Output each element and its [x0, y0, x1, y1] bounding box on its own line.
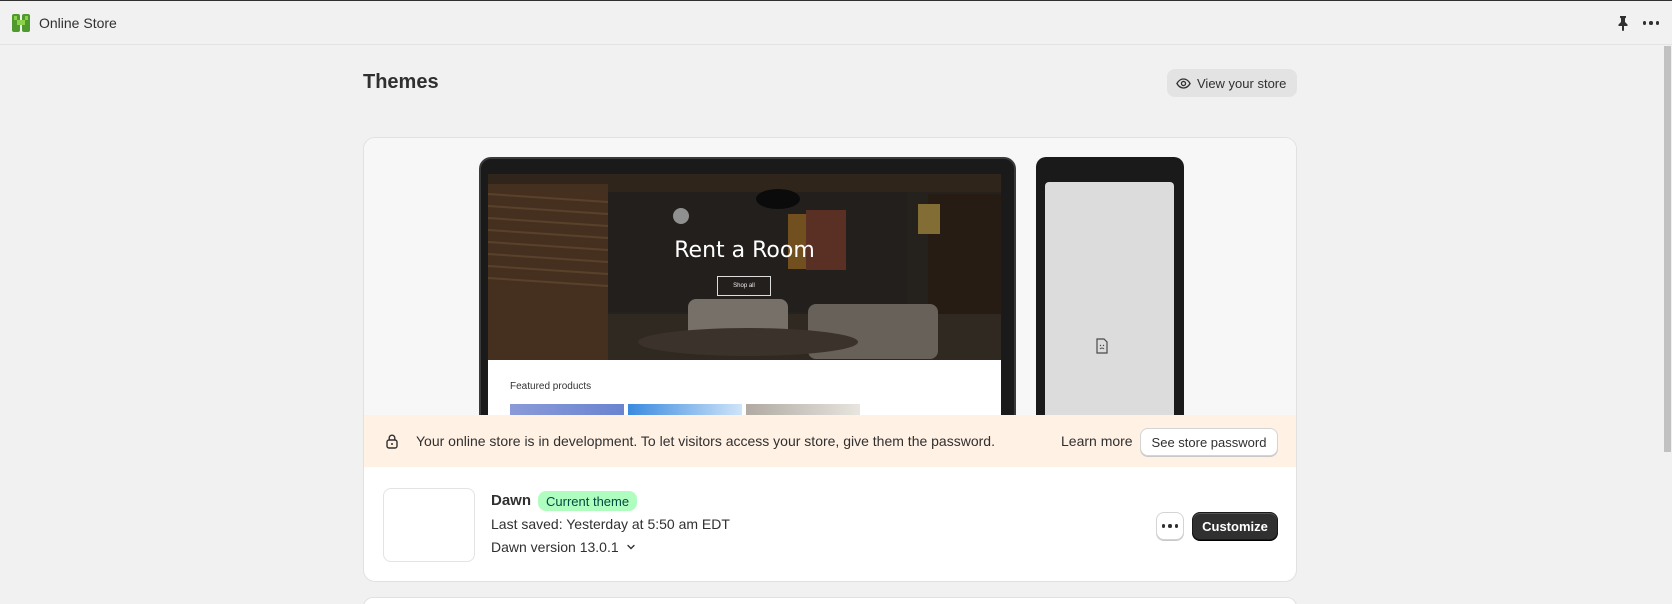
- product-thumb: [510, 404, 624, 415]
- last-saved-text: Last saved: Yesterday at 5:50 am EDT: [491, 516, 730, 532]
- theme-version-toggle[interactable]: Dawn version 13.0.1: [491, 539, 637, 555]
- learn-more-link[interactable]: Learn more: [1061, 433, 1133, 449]
- scrollbar-thumb[interactable]: [1664, 46, 1671, 452]
- top-bar: Online Store: [0, 0, 1672, 45]
- pin-icon[interactable]: [1615, 15, 1631, 31]
- hero-title: Rent a Room: [674, 238, 815, 263]
- theme-thumbnail: [383, 488, 475, 562]
- product-thumb: [746, 404, 860, 415]
- hero-image: Rent a Room Shop all: [488, 174, 1001, 360]
- hero-shop-button: Shop all: [717, 276, 771, 296]
- development-message: Your online store is in development. To …: [416, 433, 995, 449]
- chevron-down-icon: [626, 544, 635, 550]
- app-title: Online Store: [39, 15, 117, 31]
- theme-name: Dawn: [491, 492, 532, 509]
- featured-products-label: Featured products: [510, 381, 592, 392]
- more-horizontal-icon[interactable]: [1640, 14, 1662, 32]
- status-badge: Current theme: [538, 491, 638, 511]
- see-store-password-button[interactable]: See store password: [1140, 428, 1278, 456]
- theme-library-card: [363, 597, 1297, 604]
- shopify-store-icon: [12, 14, 30, 32]
- customize-button[interactable]: Customize: [1192, 512, 1278, 540]
- lock-icon: [386, 434, 398, 449]
- file-icon: [1096, 338, 1108, 354]
- phone-screen: [1045, 182, 1174, 422]
- current-theme-card: Rent a Room Shop all Featured products Y…: [363, 137, 1297, 582]
- theme-version-label: Dawn version 13.0.1: [491, 539, 619, 555]
- eye-icon: [1176, 77, 1191, 89]
- room-photo: [488, 174, 1001, 360]
- laptop-screen: Rent a Room Shop all Featured products: [488, 174, 1001, 415]
- product-thumb: [628, 404, 742, 415]
- view-store-button[interactable]: View your store: [1167, 69, 1297, 97]
- theme-actions-button[interactable]: [1156, 512, 1184, 540]
- page-title: Themes: [363, 71, 439, 93]
- view-store-label: View your store: [1197, 75, 1287, 91]
